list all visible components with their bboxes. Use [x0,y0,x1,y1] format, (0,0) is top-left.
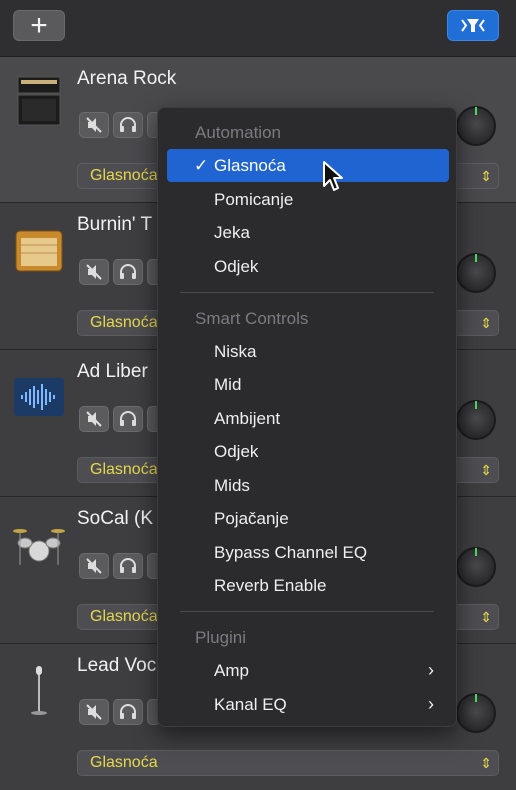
automation-parameter-label: Glasnoća [90,167,158,184]
mouse-pointer-icon [323,161,343,191]
volume-knob[interactable] [456,106,496,146]
menu-header-smart-controls: Smart Controls [195,309,309,328]
up-down-arrows-icon: ⇕ [480,609,492,625]
menu-item-kanal-eq[interactable]: Kanal EQ › [158,688,456,721]
track-name: Ad Liber [77,361,148,382]
menu-item-glasnoca[interactable]: ✓ Glasnoća [167,149,449,182]
menu-item-pojacanje[interactable]: Pojačanje [158,502,456,535]
menu-item-niska[interactable]: Niska [158,335,456,368]
microphone-icon [31,666,47,715]
amp-stack-icon [17,76,61,126]
mute-icon [86,117,102,133]
automation-parameter-label: Glasnoća [90,754,158,771]
menu-item-reverb-enable[interactable]: Reverb Enable [158,569,456,602]
mute-icon [86,411,102,427]
headphones-icon [120,558,136,573]
solo-headphones-button[interactable] [113,553,143,579]
add-track-button[interactable]: + [13,10,65,41]
volume-knob[interactable] [456,547,496,587]
solo-headphones-button[interactable] [113,699,143,725]
chevron-right-icon: › [428,694,434,714]
menu-item-pomicanje[interactable]: Pomicanje [158,183,456,216]
volume-knob[interactable] [456,253,496,293]
menu-item-jeka[interactable]: Jeka [158,216,456,249]
menu-item-mid[interactable]: Mid [158,368,456,401]
solo-headphones-button[interactable] [113,112,143,138]
menu-item-bypass-channel-eq[interactable]: Bypass Channel EQ [158,536,456,569]
waveform-icon [14,378,64,416]
track-filter-button[interactable] [447,10,499,41]
menu-header-automation: Automation [195,123,281,142]
menu-separator [180,611,434,612]
mute-icon [86,558,102,574]
automation-parameter-label: Glasnoća [90,461,158,478]
automation-parameter-label: Glasnoća [90,608,158,625]
automation-parameter-popup[interactable]: Glasnoća ⇕ [77,750,499,776]
menu-item-ambijent[interactable]: Ambijent [158,402,456,435]
headphones-icon [120,264,136,279]
mute-button[interactable] [79,259,109,285]
volume-knob[interactable] [456,400,496,440]
toolbar: + [0,0,516,57]
up-down-arrows-icon: ⇕ [480,755,492,771]
mute-button[interactable] [79,406,109,432]
up-down-arrows-icon: ⇕ [480,462,492,478]
headphones-icon [120,411,136,426]
track-filter-icon [461,19,485,32]
up-down-arrows-icon: ⇕ [480,168,492,184]
mute-icon [86,264,102,280]
checkmark-icon: ✓ [194,156,209,175]
chevron-right-icon: › [428,660,434,680]
mute-button[interactable] [79,112,109,138]
track-name: Arena Rock [77,68,177,89]
menu-item-amp[interactable]: Amp › [158,654,456,687]
up-down-arrows-icon: ⇕ [480,315,492,331]
menu-item-mids[interactable]: Mids [158,469,456,502]
drum-kit-icon [13,529,65,565]
track-name: Burnin' T [77,214,153,235]
track-name: Lead Voc [77,655,157,676]
automation-parameter-label: Glasnoća [90,314,158,331]
combo-amp-icon [15,230,63,272]
volume-knob[interactable] [456,693,496,733]
menu-header-plugini: Plugini [195,628,247,647]
track-name: SoCal (K [77,508,154,529]
menu-separator [180,292,434,293]
automation-parameter-menu: Automation ✓ Glasnoća Pomicanje Jeka Odj… [157,107,457,727]
headphones-icon [120,704,136,719]
headphones-icon [120,117,136,132]
menu-item-odjek-smart[interactable]: Odjek [158,435,456,468]
solo-headphones-button[interactable] [113,406,143,432]
solo-headphones-button[interactable] [113,259,143,285]
mute-button[interactable] [79,553,109,579]
menu-item-odjek[interactable]: Odjek [158,250,456,283]
mute-icon [86,704,102,720]
mute-button[interactable] [79,699,109,725]
